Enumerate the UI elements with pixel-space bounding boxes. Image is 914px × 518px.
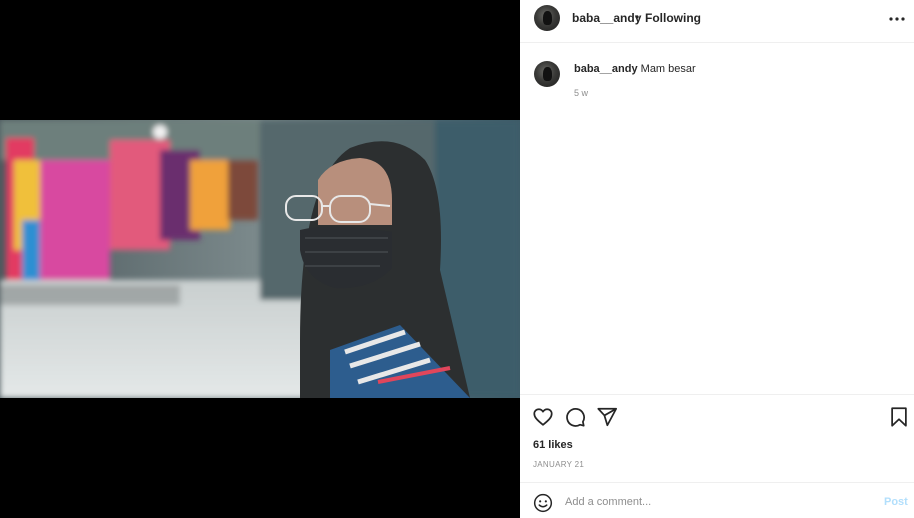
caption-text: Mam besar (640, 63, 696, 75)
caption-comment: baba__andy Mam besar 5 w (520, 43, 914, 393)
caption-author-avatar[interactable] (534, 61, 560, 87)
more-options-icon[interactable] (888, 10, 906, 28)
share-paper-plane-icon[interactable] (596, 406, 618, 428)
following-button[interactable]: Following (645, 11, 701, 25)
heart-icon[interactable] (532, 406, 554, 428)
bookmark-icon[interactable] (888, 406, 910, 428)
post-date: JANUARY 21 (533, 460, 585, 469)
post-actions: 61 likes JANUARY 21 (520, 394, 914, 482)
author-username[interactable]: baba__andy (572, 11, 641, 25)
likes-count[interactable]: 61 likes (533, 439, 573, 451)
post-media-area[interactable] (0, 0, 520, 518)
caption-text-row: baba__andy Mam besar (574, 63, 696, 75)
header-separator: • (635, 10, 640, 24)
post-photo (0, 120, 520, 398)
author-avatar[interactable] (534, 5, 560, 31)
post-header: baba__andy • Following (520, 0, 914, 43)
caption-age: 5 w (574, 88, 589, 98)
emoji-smiley-icon[interactable] (533, 493, 553, 513)
add-comment-bar: Post (520, 482, 914, 518)
caption-author-username[interactable]: baba__andy (574, 63, 638, 75)
post-details-panel: baba__andy • Following baba__andy Mam be… (520, 0, 914, 518)
comment-input[interactable] (565, 491, 865, 513)
comment-bubble-icon[interactable] (564, 406, 586, 428)
post-comment-button[interactable]: Post (884, 496, 908, 508)
